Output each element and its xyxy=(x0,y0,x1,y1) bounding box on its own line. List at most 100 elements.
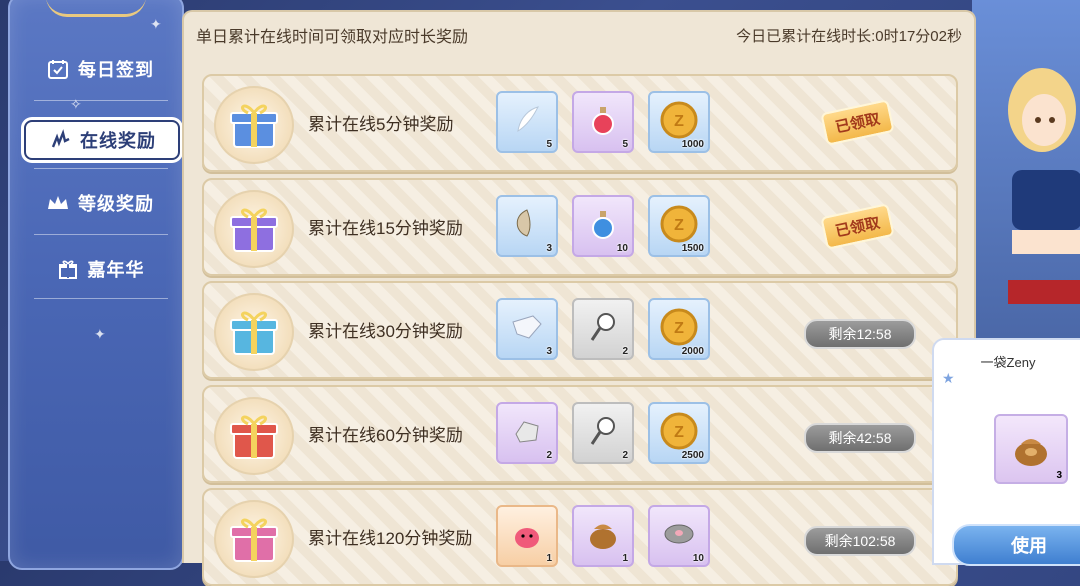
reward-item-slot[interactable]: 2 xyxy=(496,402,558,464)
magnifier-icon xyxy=(586,414,620,453)
sidebar-item-online-reward[interactable]: 在线奖励 xyxy=(24,120,180,160)
svg-text:Z: Z xyxy=(674,320,684,337)
item-quantity: 2 xyxy=(622,450,628,461)
zeny-coin-icon: Z xyxy=(659,307,699,352)
sparkle-icon: ✧ xyxy=(70,96,82,112)
reward-item-slot[interactable]: 5 xyxy=(496,91,558,153)
reward-row: 累计在线120分钟奖励 1 1 10 剩余102:58 xyxy=(202,488,958,586)
item-quantity: 1500 xyxy=(681,243,704,254)
use-button[interactable]: 使用 xyxy=(952,524,1080,566)
tooltip-item-qty: 3 xyxy=(1056,470,1062,481)
zeny-coin-icon: Z xyxy=(659,100,699,145)
item-quantity: 2 xyxy=(622,346,628,357)
item-quantity: 5 xyxy=(622,139,628,150)
reward-row: 累计在线60分钟奖励 2 2 Z 2500 剩余42:58 xyxy=(202,385,958,483)
tooltip-item-name: 一袋Zeny xyxy=(980,355,1036,370)
sparkle-icon: ✦ xyxy=(150,16,162,32)
divider xyxy=(34,168,168,169)
gift-box-icon xyxy=(214,190,294,268)
item-quantity: 5 xyxy=(546,139,552,150)
item-quantity: 1 xyxy=(622,553,628,564)
divider xyxy=(34,298,168,299)
reward-item-slot[interactable]: Z 2000 xyxy=(648,298,710,360)
reward-row: 累计在线15分钟奖励 3 10 Z 1500 已领取 xyxy=(202,178,958,276)
svg-text:Z: Z xyxy=(674,424,684,441)
sparkle-icon: ✦ xyxy=(94,326,106,342)
star-icon: ★ xyxy=(942,370,955,386)
sidebar-item-label: 每日签到 xyxy=(78,60,154,80)
reward-title: 累计在线60分钟奖励 xyxy=(308,426,463,445)
item-quantity: 3 xyxy=(546,243,552,254)
red-potion-icon xyxy=(586,103,620,142)
reward-item-slot[interactable]: 5 xyxy=(572,91,634,153)
reward-item-slot[interactable]: 2 xyxy=(572,298,634,360)
online-time-label: 今日已累计在线时长:0时17分02秒 xyxy=(736,27,962,45)
divider xyxy=(34,100,168,101)
item-quantity: 10 xyxy=(616,243,628,254)
zeny-coin-icon: Z xyxy=(659,411,699,456)
claimed-stamp: 已领取 xyxy=(820,99,895,146)
item-quantity: 1000 xyxy=(681,139,704,150)
tooltip-item-slot: 3 xyxy=(994,414,1068,484)
sidebar-item-carnival[interactable]: 嘉年华 xyxy=(24,251,176,287)
divider xyxy=(34,234,168,235)
panel-header: 单日累计在线时间可领取对应时长奖励 今日已累计在线时长:0时17分02秒 xyxy=(196,22,962,48)
reward-title: 累计在线30分钟奖励 xyxy=(308,322,463,341)
online-reward-panel: 单日累计在线时间可领取对应时长奖励 今日已累计在线时长:0时17分02秒 累计在… xyxy=(182,10,976,586)
zeny-coin-icon: Z xyxy=(659,204,699,249)
reward-item-slot[interactable]: 10 xyxy=(648,505,710,567)
reward-row: 累计在线5分钟奖励 5 5 Z 1000 已领取 xyxy=(202,74,958,172)
remaining-timer: 剩余42:58 xyxy=(804,423,916,453)
gift-icon xyxy=(56,257,80,281)
poring-icon xyxy=(509,518,545,555)
item-quantity: 1 xyxy=(546,553,552,564)
calendar-check-icon xyxy=(46,57,70,81)
item-quantity: 3 xyxy=(546,346,552,357)
ore-icon xyxy=(510,416,544,451)
reward-item-slot[interactable]: 3 xyxy=(496,298,558,360)
reward-item-slot[interactable]: 3 xyxy=(496,195,558,257)
reward-title: 累计在线120分钟奖励 xyxy=(308,529,473,548)
remaining-timer: 剩余102:58 xyxy=(804,526,916,556)
item-quantity: 2500 xyxy=(681,450,704,461)
reward-item-slot[interactable]: Z 1500 xyxy=(648,195,710,257)
gift-box-icon xyxy=(214,397,294,475)
zeny-bag-icon xyxy=(1015,439,1047,466)
butterfly-wing-icon xyxy=(509,206,545,247)
zeny-bag-icon xyxy=(585,517,621,556)
panel-title: 单日累计在线时间可领取对应时长奖励 xyxy=(196,29,469,46)
gift-box-icon xyxy=(214,293,294,371)
reward-item-slot[interactable]: 10 xyxy=(572,195,634,257)
crystal-shard-icon xyxy=(509,312,545,347)
reward-row: 累计在线30分钟奖励 3 2 Z 2000 剩余12:58 xyxy=(202,281,958,379)
sidebar-item-daily-signin[interactable]: 每日签到 xyxy=(24,51,176,87)
reward-title: 累计在线5分钟奖励 xyxy=(308,115,454,134)
sidebar-item-level-reward[interactable]: 等级奖励 xyxy=(24,185,176,221)
reward-item-slot[interactable]: Z 1000 xyxy=(648,91,710,153)
feather-icon xyxy=(510,103,544,142)
sidebar-item-label: 嘉年华 xyxy=(87,260,145,280)
stone-disc-icon xyxy=(661,519,697,554)
reward-item-slot[interactable]: 1 xyxy=(496,505,558,567)
item-quantity: 10 xyxy=(692,553,704,564)
reward-item-slot[interactable]: 2 xyxy=(572,402,634,464)
gift-box-icon xyxy=(214,86,294,164)
reward-item-slot[interactable]: Z 2500 xyxy=(648,402,710,464)
sidebar: ✦ ✧ ✦ 每日签到 在线奖励 等级奖励 嘉年华 xyxy=(8,0,184,570)
sidebar-item-label: 等级奖励 xyxy=(78,194,154,214)
crown-icon xyxy=(46,191,70,215)
item-quantity: 2 xyxy=(546,450,552,461)
svg-text:Z: Z xyxy=(674,217,684,234)
gift-box-icon xyxy=(214,500,294,578)
item-tooltip: ★ 一袋Zeny 3 使用 xyxy=(932,338,1080,566)
item-quantity: 2000 xyxy=(681,346,704,357)
sidebar-crest xyxy=(46,0,146,17)
remaining-timer: 剩余12:58 xyxy=(804,319,916,349)
claimed-stamp: 已领取 xyxy=(820,203,895,250)
reward-item-slot[interactable]: 1 xyxy=(572,505,634,567)
reward-title: 累计在线15分钟奖励 xyxy=(308,219,463,238)
sidebar-item-label: 在线奖励 xyxy=(80,131,156,151)
svg-text:Z: Z xyxy=(674,113,684,130)
blue-potion-icon xyxy=(586,207,620,246)
sparkle-icon xyxy=(48,128,72,152)
